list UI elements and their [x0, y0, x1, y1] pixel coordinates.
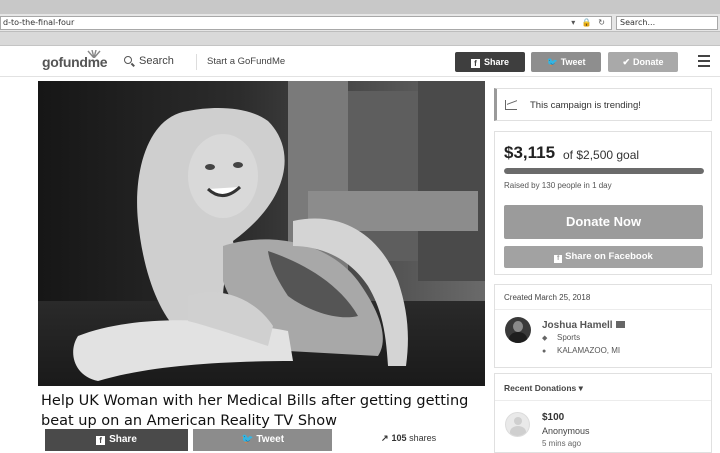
- created-date: Created March 25, 2018: [504, 293, 591, 302]
- site-header: gofundme Search Start a GoFundMe f Share …: [0, 47, 720, 77]
- lock-icon: 🔒: [581, 18, 594, 27]
- browser-toolbar: [0, 32, 720, 46]
- campaign-tweet-label: Tweet: [256, 434, 285, 445]
- location-text: KALAMAZOO, MI: [557, 346, 621, 355]
- search-icon: [124, 56, 132, 64]
- browser-address-bar: d-to-the-final-four ▾ 🔒 ↻ Search...: [0, 14, 720, 32]
- location-row: ● KALAMAZOO, MI: [542, 346, 620, 355]
- start-label: Start a GoFundMe: [207, 56, 286, 67]
- header-tweet-button[interactable]: 🐦 Tweet: [531, 52, 601, 72]
- trending-text: This campaign is trending!: [530, 100, 641, 111]
- tag-icon: ◆: [542, 335, 548, 342]
- header-share-button[interactable]: f Share: [455, 52, 525, 72]
- search-label: Search: [139, 55, 174, 67]
- facebook-icon: f: [96, 436, 106, 445]
- organizer-card: Created March 25, 2018 Joshua Hamell ◆ Sp…: [494, 284, 712, 368]
- campaign-share-label: Share: [109, 434, 137, 445]
- recent-donations-card: Recent Donations ▾ $100 Anonymous 5 mins…: [494, 373, 712, 453]
- goal-progress-fill: [504, 168, 704, 174]
- donation-amount: $100: [542, 412, 565, 423]
- logo-sprout-icon: [87, 50, 101, 58]
- organizer-avatar[interactable]: [505, 317, 531, 343]
- facebook-icon: f: [470, 59, 480, 68]
- campaign-share-row: f Share 🐦 Tweet ↗ 105 shares: [45, 429, 490, 451]
- header-divider: [196, 54, 197, 70]
- header-search-link[interactable]: Search: [124, 55, 174, 67]
- recent-donations-label: Recent Donations: [504, 383, 577, 393]
- goal-progress-bar: [504, 168, 704, 174]
- donor-avatar: [505, 412, 530, 437]
- url-text: d-to-the-final-four: [3, 18, 75, 27]
- check-icon: ✔: [622, 57, 631, 67]
- menu-icon[interactable]: [698, 55, 710, 67]
- mail-icon[interactable]: [615, 321, 625, 328]
- donation-goal-card: $3,115 of $2,500 goal Raised by 130 peop…: [494, 131, 712, 275]
- organizer-name[interactable]: Joshua Hamell: [542, 320, 625, 331]
- organizer-divider: [495, 309, 711, 310]
- donations-divider: [495, 400, 711, 401]
- campaign-tweet-button[interactable]: 🐦 Tweet: [193, 429, 332, 451]
- goal-text: of $2,500 goal: [563, 148, 640, 162]
- start-gofundme-link[interactable]: Start a GoFundMe: [207, 56, 285, 67]
- amount-raised: $3,115: [504, 143, 556, 162]
- browser-search-field[interactable]: Search...: [616, 16, 718, 30]
- header-donate-button[interactable]: ✔ Donate: [608, 52, 678, 72]
- trending-arrow-icon: ↗: [381, 433, 389, 443]
- url-bar-icons: ▾ 🔒 ↻: [571, 18, 607, 27]
- share-count-value: 105: [391, 433, 407, 443]
- header-donate-label: Donate: [633, 57, 664, 67]
- trending-banner: This campaign is trending!: [494, 88, 712, 121]
- category-row: ◆ Sports: [542, 333, 580, 342]
- facebook-icon: f: [554, 255, 563, 263]
- category-text[interactable]: Sports: [557, 333, 580, 342]
- header-tweet-label: Tweet: [560, 57, 586, 67]
- chevron-down-icon: ▾: [578, 383, 583, 393]
- campaign-photo-image: [38, 81, 485, 386]
- share-on-facebook-button[interactable]: f Share on Facebook: [504, 246, 703, 268]
- share-count-suffix: shares: [409, 433, 437, 443]
- campaign-photo: [38, 81, 485, 386]
- campaign-share-button[interactable]: f Share: [45, 429, 188, 451]
- share-facebook-label: Share on Facebook: [565, 251, 653, 262]
- browser-tab-strip: [0, 0, 720, 14]
- donate-now-button[interactable]: Donate Now: [504, 205, 703, 239]
- share-count: ↗ 105 shares: [381, 433, 436, 444]
- campaign-title: Help UK Woman with her Medical Bills aft…: [41, 393, 469, 429]
- trending-chart-icon: [505, 100, 517, 110]
- twitter-icon: 🐦: [240, 434, 254, 445]
- twitter-icon: 🐦: [546, 57, 558, 67]
- header-share-label: Share: [483, 57, 509, 67]
- raised-by-text: Raised by 130 people in 1 day: [504, 181, 612, 190]
- url-field[interactable]: d-to-the-final-four ▾ 🔒 ↻: [0, 16, 612, 30]
- recent-donations-header[interactable]: Recent Donations ▾: [504, 383, 583, 394]
- browser-search-placeholder: Search...: [620, 18, 656, 27]
- donation-time: 5 mins ago: [542, 439, 582, 448]
- organizer-name-text: Joshua Hamell: [542, 320, 613, 331]
- location-pin-icon: ●: [542, 348, 547, 355]
- donation-name: Anonymous: [542, 426, 590, 436]
